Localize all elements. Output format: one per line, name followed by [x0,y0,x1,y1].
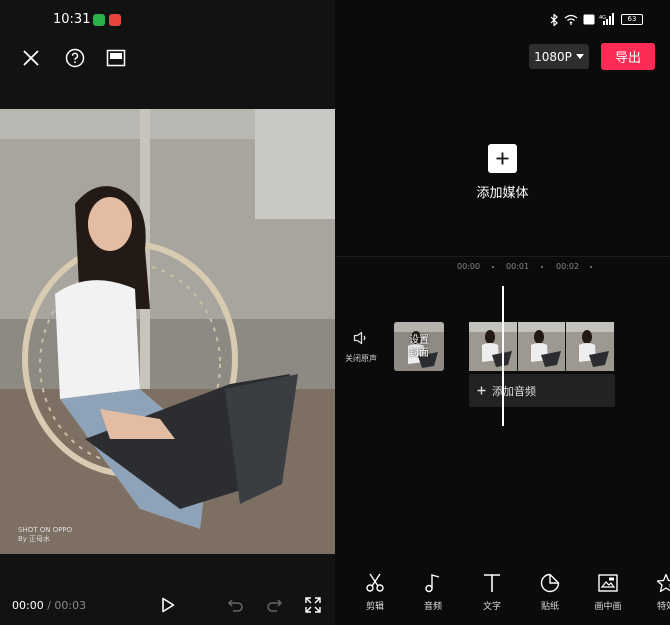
add-media-button[interactable] [488,144,517,173]
svg-text:4G: 4G [599,15,606,21]
tool-label: 特效 [656,602,670,612]
tool-label: 音频 [423,602,442,612]
timecode: 00:00 / 00:03 [12,599,86,612]
watermark-line-1: SHOT ON OPPO [18,526,73,534]
add-audio-button[interactable]: 添加音频 [469,374,615,407]
plus-icon [496,152,509,165]
speaker-icon [353,331,366,345]
ruler-dot [541,266,543,268]
ruler-mark: 00:00 [457,262,481,271]
tool-edit[interactable]: 剪辑 [352,572,398,612]
status-bar: 10:31 [0,0,335,38]
playback-bar: 00:00 / 00:03 [0,590,335,620]
signal-icon: 4G [599,13,614,25]
tool-label: 文字 [482,602,501,612]
preview-panel: 10:31 SHOT ON OPPO By 正母水 00:00 / 00:03 [0,0,335,625]
music-notification-icon [109,14,121,26]
video-frame [566,322,615,371]
undo-icon[interactable] [226,595,246,615]
sticker-icon [540,573,560,593]
picture-in-picture-icon [598,574,618,592]
status-bar-right: 4G 63 [335,0,670,38]
cover-label-line-1: 设置 [409,335,429,346]
text-icon [484,574,500,592]
tool-label: 画中画 [594,602,622,612]
preview-toolbar [0,38,335,78]
resolution-label: 1080P [534,49,572,64]
video-preview[interactable]: SHOT ON OPPO By 正母水 [0,109,335,554]
preview-photo [0,109,335,554]
watermark-line-2: By 正母水 [18,535,51,543]
tool-label: 剪辑 [365,602,384,612]
help-icon[interactable] [63,46,87,70]
total-time: 00:03 [54,599,87,612]
redo-icon[interactable] [264,595,284,615]
resolution-dropdown[interactable]: 1080P [529,44,589,69]
ruler-dot [590,266,592,268]
video-track[interactable] [469,322,615,371]
tool-picture-in-picture[interactable]: 画中画 [585,572,631,612]
tool-sticker[interactable]: 贴纸 [527,572,573,612]
current-time: 00:00 [12,599,44,612]
bottom-toolbar: 剪辑 音频 文字 贴纸 画中画 特 [335,560,670,625]
tool-effects[interactable]: 特效 [643,572,670,612]
close-icon[interactable] [19,46,43,70]
aspect-ratio-icon[interactable] [104,46,128,70]
mute-original-audio-button[interactable]: 关闭原声 [341,330,381,364]
caret-down-icon [575,54,584,59]
tool-text[interactable]: 文字 [469,572,515,612]
editor-panel: 4G 63 1080P 导出 添加媒体 00:00 00:01 00:02 关闭… [335,0,670,625]
ruler-mark: 00:02 [556,262,580,271]
wifi-icon [564,14,578,25]
status-time: 10:31 [53,12,91,27]
timeline-ruler: 00:00 00:01 00:02 [335,260,670,274]
video-frame [469,322,518,371]
ruler-mark: 00:01 [506,262,530,271]
ruler-dot [492,266,494,268]
time-separator: / [43,599,55,612]
hd-icon [583,14,595,25]
bluetooth-icon [550,14,558,26]
cover-label-line-2: 封面 [409,348,429,359]
wechat-notification-icon [93,14,105,26]
effects-star-icon [656,573,670,593]
camera-watermark: SHOT ON OPPO By 正母水 [18,526,72,544]
add-media-label[interactable]: 添加媒体 [455,182,550,201]
battery-icon: 63 [621,14,643,25]
tool-label: 贴纸 [540,602,559,612]
video-frame [517,322,567,371]
plus-icon [477,386,486,395]
divider [335,256,670,257]
export-button[interactable]: 导出 [601,43,655,70]
mute-label: 关闭原声 [345,354,377,363]
add-audio-label: 添加音频 [492,384,536,398]
play-icon[interactable] [158,595,178,615]
fullscreen-icon[interactable] [303,595,323,615]
tool-audio[interactable]: 音频 [410,572,456,612]
scissors-icon [366,573,384,592]
playhead[interactable] [502,286,504,426]
music-note-icon [425,574,440,593]
set-cover-button[interactable]: 设置 封面 [394,322,444,371]
cover-label: 设置 封面 [394,334,444,360]
